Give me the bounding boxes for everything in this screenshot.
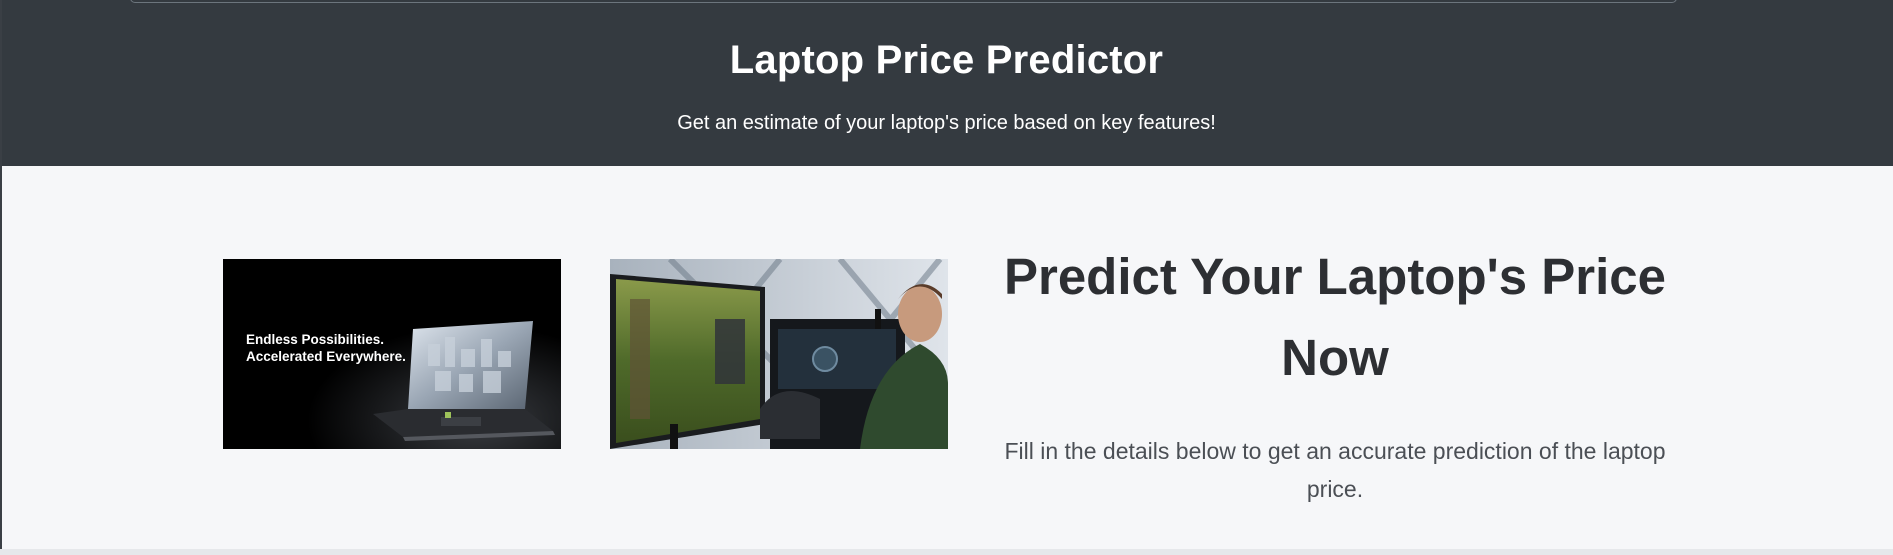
site-header: Laptop Price Predictor Get an estimate o… xyxy=(0,0,1893,166)
tagline-line-2: Accelerated Everywhere. xyxy=(246,349,406,364)
hero-text-block: Predict Your Laptop's Price Now Fill in … xyxy=(990,236,1680,508)
laptop-promo-image: Endless Possibilities. Accelerated Every… xyxy=(223,259,561,449)
hero-description: Fill in the details below to get an accu… xyxy=(1004,438,1666,502)
header-top-bar-edge xyxy=(130,0,1677,3)
tagline-line-1: Endless Possibilities. xyxy=(246,332,385,347)
promo-tagline: Endless Possibilities. Accelerated Every… xyxy=(246,331,406,365)
gaming-setup-image xyxy=(610,259,948,449)
page-title: Laptop Price Predictor xyxy=(729,38,1164,82)
section-divider xyxy=(0,549,1893,555)
page-subtitle: Get an estimate of your laptop's price b… xyxy=(677,112,1216,134)
hero-section: Endless Possibilities. Accelerated Every… xyxy=(0,166,1893,549)
gaming-illustration xyxy=(610,259,948,449)
page: Laptop Price Predictor Get an estimate o… xyxy=(0,0,1893,555)
hero-heading: Predict Your Laptop's Price Now xyxy=(1003,248,1667,386)
